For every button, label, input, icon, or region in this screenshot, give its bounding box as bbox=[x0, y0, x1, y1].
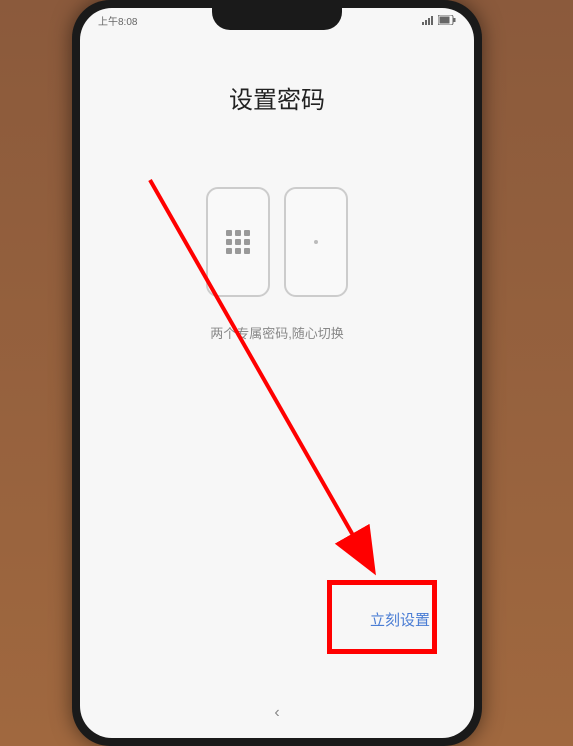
battery-icon bbox=[438, 15, 456, 25]
keypad-icon bbox=[226, 230, 250, 254]
back-icon[interactable]: ‹ bbox=[274, 704, 279, 722]
password-illustration bbox=[206, 187, 348, 297]
phone-screen: 上午8:08 设置密码 bbox=[80, 8, 474, 738]
dot-icon bbox=[314, 240, 318, 244]
setup-now-button[interactable]: 立刻设置 bbox=[356, 599, 444, 640]
phone-notch bbox=[212, 8, 342, 30]
phone-frame: 上午8:08 设置密码 bbox=[72, 0, 482, 746]
page-title: 设置密码 bbox=[229, 80, 325, 115]
description-text: 两个专属密码,随心切换 bbox=[210, 323, 344, 342]
status-icons bbox=[422, 15, 456, 25]
signal-icon bbox=[422, 15, 434, 25]
phone-icon-keypad bbox=[206, 187, 270, 297]
status-time: 上午8:08 bbox=[98, 13, 137, 28]
nav-bar: ‹ bbox=[80, 704, 474, 722]
phone-icon-empty bbox=[284, 187, 348, 297]
